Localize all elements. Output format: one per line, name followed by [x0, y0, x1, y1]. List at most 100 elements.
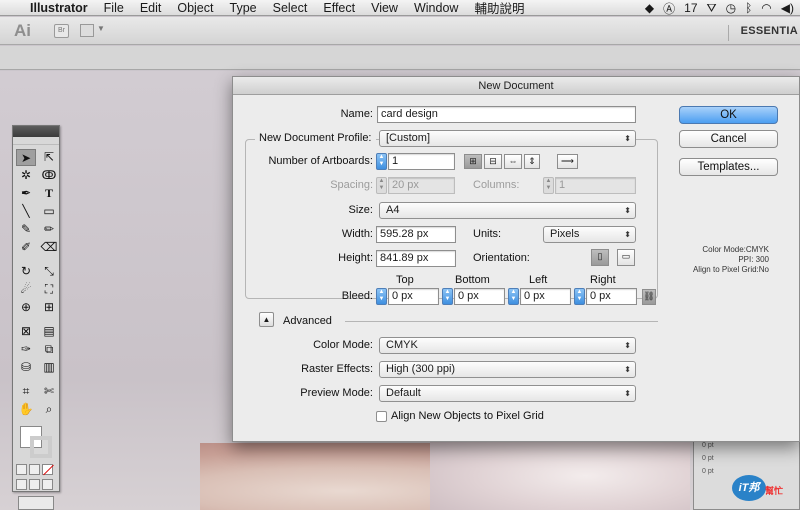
menu-type[interactable]: Type	[222, 1, 265, 15]
none-mode-button[interactable]	[42, 464, 53, 475]
bleed-right-stepper[interactable]: ▲ ▼	[574, 288, 585, 305]
menu-view[interactable]: View	[363, 1, 406, 15]
lasso-tool-icon[interactable]: ↂ	[39, 167, 59, 184]
artboard-tool-icon[interactable]: ⌗	[16, 383, 36, 400]
wifi-icon[interactable]: ◠	[761, 1, 771, 15]
cube-icon[interactable]: ◆	[645, 1, 654, 15]
stroke-swatch[interactable]	[30, 436, 52, 458]
preview-mode-popup[interactable]: Default ⬍	[379, 385, 636, 402]
status-tray: ◆ Ⓐ 17 ⛛ ◷ ᛒ ◠ ◀)	[645, 0, 800, 16]
info-ppi: PPI: 300	[738, 255, 769, 264]
menu-app-name[interactable]: Illustrator	[26, 1, 96, 15]
draw-inside-button[interactable]	[42, 479, 53, 490]
gradient-tool-icon[interactable]: ▤	[39, 323, 59, 340]
eyedropper-tool-icon[interactable]: ✑	[16, 341, 36, 358]
volume-icon[interactable]: ◀)	[781, 1, 794, 15]
info-color-mode: Color Mode:CMYK	[702, 245, 769, 254]
symbol-sprayer-tool-icon[interactable]: ⛁	[16, 359, 36, 376]
warp-tool-icon[interactable]: ☄	[16, 281, 36, 298]
tools-panel-grip[interactable]	[13, 137, 59, 145]
screen-mode-button[interactable]	[18, 496, 54, 510]
site-watermark-logo: iT邦	[732, 475, 766, 501]
panel-row[interactable]: 0 pt	[694, 452, 799, 465]
units-popup[interactable]: Pixels ⬍	[543, 226, 636, 243]
grid-by-column-icon[interactable]: ⊟	[484, 154, 502, 169]
workspace-switcher[interactable]: ESSENTIA	[727, 25, 800, 41]
magic-wand-tool-icon[interactable]: ✲	[16, 167, 36, 184]
clock-icon[interactable]: ◷	[726, 1, 736, 15]
arrange-documents-icon[interactable]	[80, 24, 94, 37]
bleed-bottom-stepper[interactable]: ▲ ▼	[442, 288, 453, 305]
draw-normal-button[interactable]	[16, 479, 27, 490]
bridge-button[interactable]: Br	[54, 24, 69, 38]
scale-tool-icon[interactable]: ⤡	[39, 263, 59, 280]
type-tool-icon[interactable]: T	[39, 185, 59, 202]
height-field[interactable]: 841.89 px	[376, 250, 456, 267]
portrait-orientation-icon[interactable]: ▯	[591, 249, 609, 266]
left-to-right-layout-icon[interactable]: ⟶	[557, 154, 578, 169]
line-tool-icon[interactable]: ╲	[16, 203, 36, 220]
draw-behind-button[interactable]	[29, 479, 40, 490]
ok-button[interactable]: OK	[679, 106, 778, 124]
perspective-grid-tool-icon[interactable]: ⊞	[39, 299, 59, 316]
artboards-field[interactable]: 1	[388, 153, 455, 170]
bleed-top-stepper[interactable]: ▲ ▼	[376, 288, 387, 305]
selection-tool-icon[interactable]: ➤	[16, 149, 36, 166]
paintbrush-tool-icon[interactable]: ✎	[16, 221, 36, 238]
free-transform-tool-icon[interactable]: ⛶	[39, 281, 59, 298]
color-mode-button[interactable]	[16, 464, 27, 475]
name-field[interactable]: card design	[377, 106, 636, 123]
new-document-dialog: New Document Name: card design OK Cancel…	[232, 76, 800, 442]
menu-file[interactable]: File	[96, 1, 132, 15]
menu-select[interactable]: Select	[265, 1, 316, 15]
column-graph-tool-icon[interactable]: ▥	[39, 359, 59, 376]
pen-tool-icon[interactable]: ✒	[16, 185, 36, 202]
rotate-tool-icon[interactable]: ↻	[16, 263, 36, 280]
advanced-disclosure-icon[interactable]: ▲	[259, 312, 274, 327]
menu-help[interactable]: 輔助說明	[466, 0, 532, 17]
hand-tool-icon[interactable]: ✋	[16, 401, 36, 418]
tools-panel-titlebar[interactable]	[13, 126, 59, 137]
direct-selection-tool-icon[interactable]: ⇱	[39, 149, 59, 166]
menu-object[interactable]: Object	[169, 1, 221, 15]
raster-effects-popup[interactable]: High (300 ppi) ⬍	[379, 361, 636, 378]
gradient-mode-button[interactable]	[29, 464, 40, 475]
templates-button[interactable]: Templates...	[679, 158, 778, 176]
cancel-button[interactable]: Cancel	[679, 130, 778, 148]
drive-icon[interactable]: ⛛	[707, 1, 717, 16]
landscape-orientation-icon[interactable]: ▭	[617, 249, 635, 266]
chevron-down-icon[interactable]: ▼	[97, 24, 105, 33]
info-align: Align to Pixel Grid:No	[692, 265, 769, 274]
artboards-stepper[interactable]: ▲ ▼	[376, 153, 387, 170]
profile-popup[interactable]: [Custom] ⬍	[379, 130, 636, 147]
grid-by-row-icon[interactable]: ⊞	[464, 154, 482, 169]
site-watermark-text: 幫忙	[765, 486, 784, 496]
bleed-right-field[interactable]: 0 px	[586, 288, 637, 305]
fill-stroke-swatches[interactable]	[16, 422, 56, 458]
menu-window[interactable]: Window	[406, 1, 466, 15]
bleed-left-stepper[interactable]: ▲ ▼	[508, 288, 519, 305]
zoom-tool-icon[interactable]: ⌕	[39, 401, 59, 418]
mesh-tool-icon[interactable]: ⊠	[16, 323, 36, 340]
menu-edit[interactable]: Edit	[132, 1, 170, 15]
menu-effect[interactable]: Effect	[315, 1, 363, 15]
width-field[interactable]: 595.28 px	[376, 226, 456, 243]
blob-brush-tool-icon[interactable]: ✐	[16, 239, 36, 256]
bleed-left-field[interactable]: 0 px	[520, 288, 571, 305]
slice-tool-icon[interactable]: ✄	[39, 383, 59, 400]
adobe-icon[interactable]: Ⓐ	[663, 0, 675, 17]
pencil-tool-icon[interactable]: ✏	[39, 221, 59, 238]
arrange-by-row-icon[interactable]: ⇔	[504, 154, 522, 169]
align-pixel-grid-checkbox[interactable]	[376, 411, 387, 422]
rectangle-tool-icon[interactable]: ▭	[39, 203, 59, 220]
bleed-top-field[interactable]: 0 px	[388, 288, 439, 305]
eraser-tool-icon[interactable]: ⌫	[39, 239, 59, 256]
color-mode-popup[interactable]: CMYK ⬍	[379, 337, 636, 354]
blend-tool-icon[interactable]: ⧉	[39, 341, 59, 358]
bleed-bottom-field[interactable]: 0 px	[454, 288, 505, 305]
size-popup[interactable]: A4 ⬍	[379, 202, 636, 219]
shape-builder-tool-icon[interactable]: ⊕	[16, 299, 36, 316]
arrange-by-column-icon[interactable]: ⇕	[524, 154, 540, 169]
bluetooth-icon[interactable]: ᛒ	[745, 1, 752, 15]
link-bleed-icon[interactable]: ⛓	[642, 289, 656, 305]
